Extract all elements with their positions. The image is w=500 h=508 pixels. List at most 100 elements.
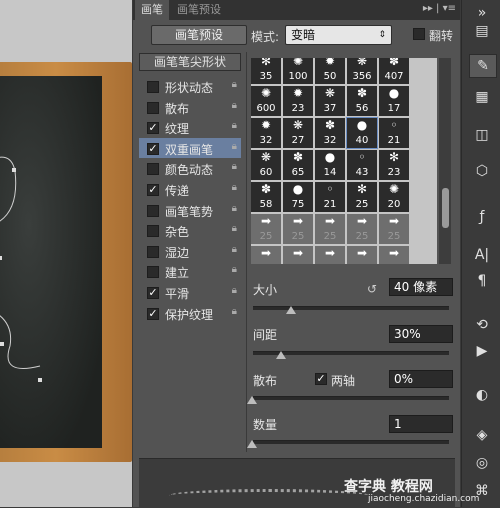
swatches-icon[interactable]: ▤ xyxy=(469,20,495,42)
option-checkbox[interactable] xyxy=(147,204,159,217)
history-icon[interactable]: ⟲ xyxy=(469,314,495,336)
option-checkbox[interactable]: ✓ xyxy=(147,142,159,155)
brush-tip-cell[interactable]: ➡ 25 xyxy=(347,214,377,244)
brush-option-item[interactable]: ✓ 传递 🔒︎ xyxy=(139,179,241,199)
flip-checkbox[interactable] xyxy=(413,28,425,40)
brush-tip-cell[interactable]: ◦ 21 xyxy=(315,182,345,212)
lock-icon[interactable]: 🔒︎ xyxy=(232,203,237,214)
lock-icon[interactable]: 🔒︎ xyxy=(232,79,237,90)
adjustments-icon[interactable]: ◫ xyxy=(469,124,495,146)
count-field[interactable]: 1 xyxy=(389,415,453,433)
circle-icon[interactable]: ◐ xyxy=(469,384,495,406)
brush-tip-cell[interactable]: ✻ 35 xyxy=(251,58,281,84)
brush-option-item[interactable]: 杂色 🔒︎ xyxy=(139,220,241,240)
brush-tip-cell[interactable]: ✻ 25 xyxy=(347,182,377,212)
lock-icon[interactable]: 🔒︎ xyxy=(232,264,237,275)
brush-option-item[interactable]: 形状动态 🔒︎ xyxy=(139,76,241,96)
reset-icon[interactable]: ↺ xyxy=(367,282,377,296)
scatter-field[interactable]: 0% xyxy=(389,370,453,388)
brush-tip-cell[interactable]: ➡ 80 xyxy=(315,246,345,264)
lock-icon[interactable]: 🔒︎ xyxy=(232,141,237,152)
brush-tip-cell[interactable]: ◦ 43 xyxy=(347,150,377,180)
option-checkbox[interactable]: ✓ xyxy=(147,307,159,320)
brush-tip-cell[interactable]: ✺ 20 xyxy=(379,182,409,212)
brush-tip-cell[interactable]: ❋ 37 xyxy=(315,86,345,116)
layers-icon[interactable]: ◈ xyxy=(469,424,495,446)
size-slider-knob[interactable] xyxy=(286,306,296,314)
lock-icon[interactable]: 🔒︎ xyxy=(232,285,237,296)
option-checkbox[interactable] xyxy=(147,225,159,238)
brush-option-item[interactable]: 颜色动态 🔒︎ xyxy=(139,158,241,178)
brush-tip-cell[interactable]: ● 40 xyxy=(346,117,378,149)
option-checkbox[interactable]: ✓ xyxy=(147,122,159,135)
brush-tip-cell[interactable]: ➡ 25 xyxy=(379,214,409,244)
brush-tip-cell[interactable]: ✺ 600 xyxy=(251,86,281,116)
lock-icon[interactable]: 🔒︎ xyxy=(232,100,237,111)
channels-icon[interactable]: ◎ xyxy=(469,452,495,474)
tab-brush[interactable]: 画笔 xyxy=(135,0,169,20)
scatter-slider-track[interactable] xyxy=(253,396,449,400)
lock-icon[interactable]: 🔒︎ xyxy=(232,223,237,234)
lock-icon[interactable]: 🔒︎ xyxy=(232,161,237,172)
brush-panel-icon[interactable]: ✎ xyxy=(469,54,497,78)
lock-icon[interactable]: 🔒︎ xyxy=(232,182,237,193)
document-canvas[interactable] xyxy=(0,0,132,507)
brush-option-item[interactable]: 画笔笔势 🔒︎ xyxy=(139,200,241,220)
brush-tip-cell[interactable]: ❋ 60 xyxy=(251,150,281,180)
grid-scrollbar[interactable] xyxy=(439,58,451,264)
tab-brush-presets[interactable]: 画笔预设 xyxy=(171,0,227,20)
brush-tip-cell[interactable]: ✹ 23 xyxy=(283,86,313,116)
brush-tip-cell[interactable]: ✽ 56 xyxy=(347,86,377,116)
character-icon[interactable]: A| xyxy=(469,244,495,266)
brush-tip-cell[interactable]: ✽ 65 xyxy=(283,150,313,180)
panel-menu-icon[interactable]: ▸▸ | ▾≡ xyxy=(423,3,456,14)
brush-option-item[interactable]: 建立 🔒︎ xyxy=(139,261,241,281)
count-slider-knob[interactable] xyxy=(247,440,257,448)
scatter-slider-knob[interactable] xyxy=(247,396,257,404)
option-checkbox[interactable] xyxy=(147,266,159,279)
spacing-slider-knob[interactable] xyxy=(276,351,286,359)
brush-tip-cell[interactable]: ● 75 xyxy=(283,182,313,212)
brush-option-item[interactable]: ✓ 双重画笔 🔒︎ xyxy=(139,137,241,158)
option-checkbox[interactable] xyxy=(147,245,159,258)
brush-tip-cell[interactable]: ● 17 xyxy=(379,86,409,116)
brush-tip-cell[interactable]: ✺ 100 xyxy=(283,58,313,84)
grid-scroll-thumb[interactable] xyxy=(442,188,449,228)
brush-tip-cell[interactable]: ➡ 80 xyxy=(347,246,377,264)
brush-tip-cell[interactable]: ❋ 27 xyxy=(283,118,313,148)
brush-tip-cell[interactable]: ➡ 35 xyxy=(283,246,313,264)
brush-option-item[interactable]: ✓ 平滑 🔒︎ xyxy=(139,282,241,302)
brush-tip-cell[interactable]: ➡ 25 xyxy=(251,246,281,264)
paragraph-icon[interactable]: ¶ xyxy=(469,270,495,292)
option-checkbox[interactable] xyxy=(147,163,159,176)
brush-tip-cell[interactable]: ✽ 58 xyxy=(251,182,281,212)
count-slider-track[interactable] xyxy=(253,440,449,444)
both-axes-checkbox[interactable]: ✓ xyxy=(315,373,327,385)
brush-tip-cell[interactable]: ➡ 80 xyxy=(379,246,409,264)
size-field[interactable]: 40 像素 xyxy=(389,278,453,296)
brush-tip-cell[interactable]: ➡ 25 xyxy=(283,214,313,244)
brush-tip-cell[interactable]: ● 14 xyxy=(315,150,345,180)
brush-tip-cell[interactable]: ✽ 407 xyxy=(379,58,409,84)
brush-option-item[interactable]: 散布 🔒︎ xyxy=(139,97,241,117)
mode-select[interactable]: 变暗 ⇕ xyxy=(285,25,392,45)
grid-icon[interactable]: ▦ xyxy=(469,86,495,108)
script-icon[interactable]: ƒ xyxy=(469,206,495,228)
size-slider-track[interactable] xyxy=(253,306,449,310)
brush-tip-cell[interactable]: ✹ 32 xyxy=(251,118,281,148)
play-icon[interactable]: ▶ xyxy=(469,340,495,362)
brush-tip-cell[interactable]: ✹ 50 xyxy=(315,58,345,84)
brush-tip-cell[interactable]: ◦ 21 xyxy=(379,118,409,148)
brush-option-item[interactable]: ✓ 保护纹理 🔒︎ xyxy=(139,303,241,323)
brush-option-item[interactable]: 湿边 🔒︎ xyxy=(139,241,241,261)
brush-tip-cell[interactable]: ➡ 25 xyxy=(315,214,345,244)
brush-option-item[interactable]: ✓ 纹理 🔒︎ xyxy=(139,117,241,137)
lock-icon[interactable]: 🔒︎ xyxy=(232,244,237,255)
option-checkbox[interactable]: ✓ xyxy=(147,287,159,299)
brush-tip-cell[interactable]: ✽ 32 xyxy=(315,118,345,148)
spacing-field[interactable]: 30% xyxy=(389,325,453,343)
brush-presets-button[interactable]: 画笔预设 xyxy=(151,25,247,45)
brush-tip-cell[interactable]: ✻ 23 xyxy=(379,150,409,180)
cube-icon[interactable]: ⬡ xyxy=(469,160,495,182)
lock-icon[interactable]: 🔒︎ xyxy=(232,120,237,131)
